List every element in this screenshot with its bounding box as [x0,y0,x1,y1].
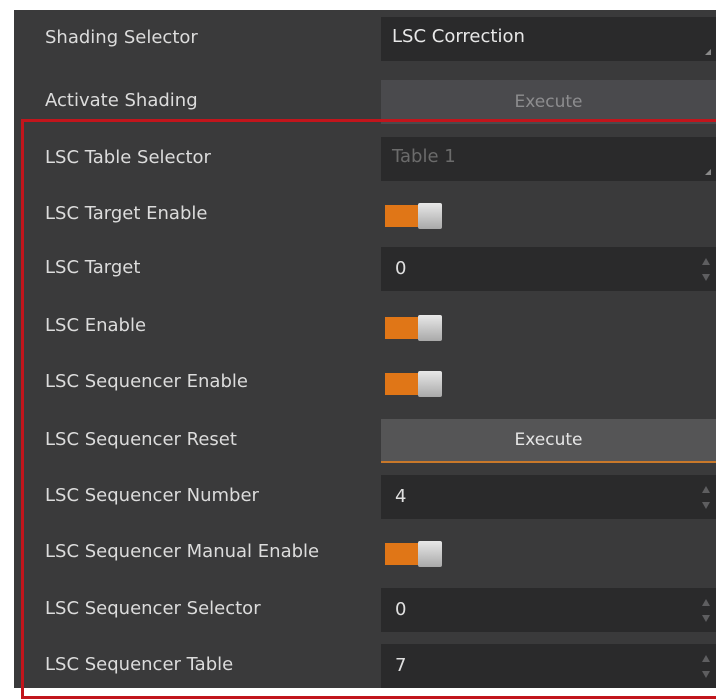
dropdown-corner-icon [705,169,711,175]
toggle-knob [418,371,442,397]
lsc-sequencer-number-input[interactable]: 4 [381,475,716,519]
lsc-target-value: 0 [395,258,407,279]
toggle-knob [418,541,442,567]
toggle-knob [418,203,442,229]
shading-selector-label: Shading Selector [45,27,198,48]
shading-selector-value: LSC Correction [392,26,525,47]
row-lsc-table-selector: LSC Table Selector Table 1 [14,130,716,186]
shading-selector-dropdown[interactable]: LSC Correction [381,17,716,61]
row-lsc-sequencer-selector: LSC Sequencer Selector 0 [14,581,716,637]
lsc-target-label: LSC Target [45,257,141,278]
lsc-sequencer-manual-enable-label: LSC Sequencer Manual Enable [45,541,320,562]
spin-up-icon[interactable] [702,599,710,606]
spin-up-icon[interactable] [702,258,710,265]
lsc-table-selector-value: Table 1 [392,146,456,167]
lsc-sequencer-enable-label: LSC Sequencer Enable [45,371,248,392]
lsc-target-input[interactable]: 0 [381,247,716,291]
lsc-sequencer-reset-label: LSC Sequencer Reset [45,429,237,450]
lsc-sequencer-selector-label: LSC Sequencer Selector [45,598,261,619]
lsc-sequencer-number-value: 4 [395,486,407,507]
spin-down-icon[interactable] [702,502,710,509]
lsc-sequencer-table-input[interactable]: 7 [381,644,716,688]
row-lsc-sequencer-reset: LSC Sequencer Reset Execute [14,412,716,468]
row-lsc-sequencer-number: LSC Sequencer Number 4 [14,468,716,524]
lsc-sequencer-reset-execute-button[interactable]: Execute [381,419,716,463]
lsc-target-enable-toggle[interactable] [385,203,443,229]
row-lsc-sequencer-manual-enable: LSC Sequencer Manual Enable [14,524,716,580]
properties-panel: Shading Selector LSC Correction Activate… [14,10,716,688]
activate-shading-label: Activate Shading [45,90,198,111]
row-lsc-sequencer-table: LSC Sequencer Table 7 [14,637,716,688]
lsc-sequencer-table-value: 7 [395,655,407,676]
lsc-sequencer-manual-enable-toggle[interactable] [385,541,443,567]
row-lsc-enable: LSC Enable [14,298,716,354]
lsc-enable-label: LSC Enable [45,315,147,336]
lsc-enable-toggle[interactable] [385,315,443,341]
spin-down-icon[interactable] [702,274,710,281]
row-lsc-target: LSC Target 0 [14,240,716,296]
lsc-sequencer-selector-input[interactable]: 0 [381,588,716,632]
spin-down-icon[interactable] [702,615,710,622]
toggle-knob [418,315,442,341]
lsc-sequencer-selector-value: 0 [395,599,407,620]
lsc-sequencer-number-label: LSC Sequencer Number [45,485,259,506]
row-activate-shading: Activate Shading Execute [14,73,716,129]
spin-up-icon[interactable] [702,655,710,662]
activate-shading-execute-button[interactable]: Execute [381,80,716,124]
lsc-sequencer-enable-toggle[interactable] [385,371,443,397]
lsc-target-enable-label: LSC Target Enable [45,203,208,224]
lsc-table-selector-label: LSC Table Selector [45,147,211,168]
row-lsc-sequencer-enable: LSC Sequencer Enable [14,354,716,410]
lsc-sequencer-table-label: LSC Sequencer Table [45,654,234,675]
dropdown-corner-icon [705,49,711,55]
spin-down-icon[interactable] [702,671,710,678]
row-shading-selector: Shading Selector LSC Correction [14,10,716,66]
row-lsc-target-enable: LSC Target Enable [14,186,716,242]
lsc-table-selector-dropdown[interactable]: Table 1 [381,137,716,181]
spin-up-icon[interactable] [702,486,710,493]
